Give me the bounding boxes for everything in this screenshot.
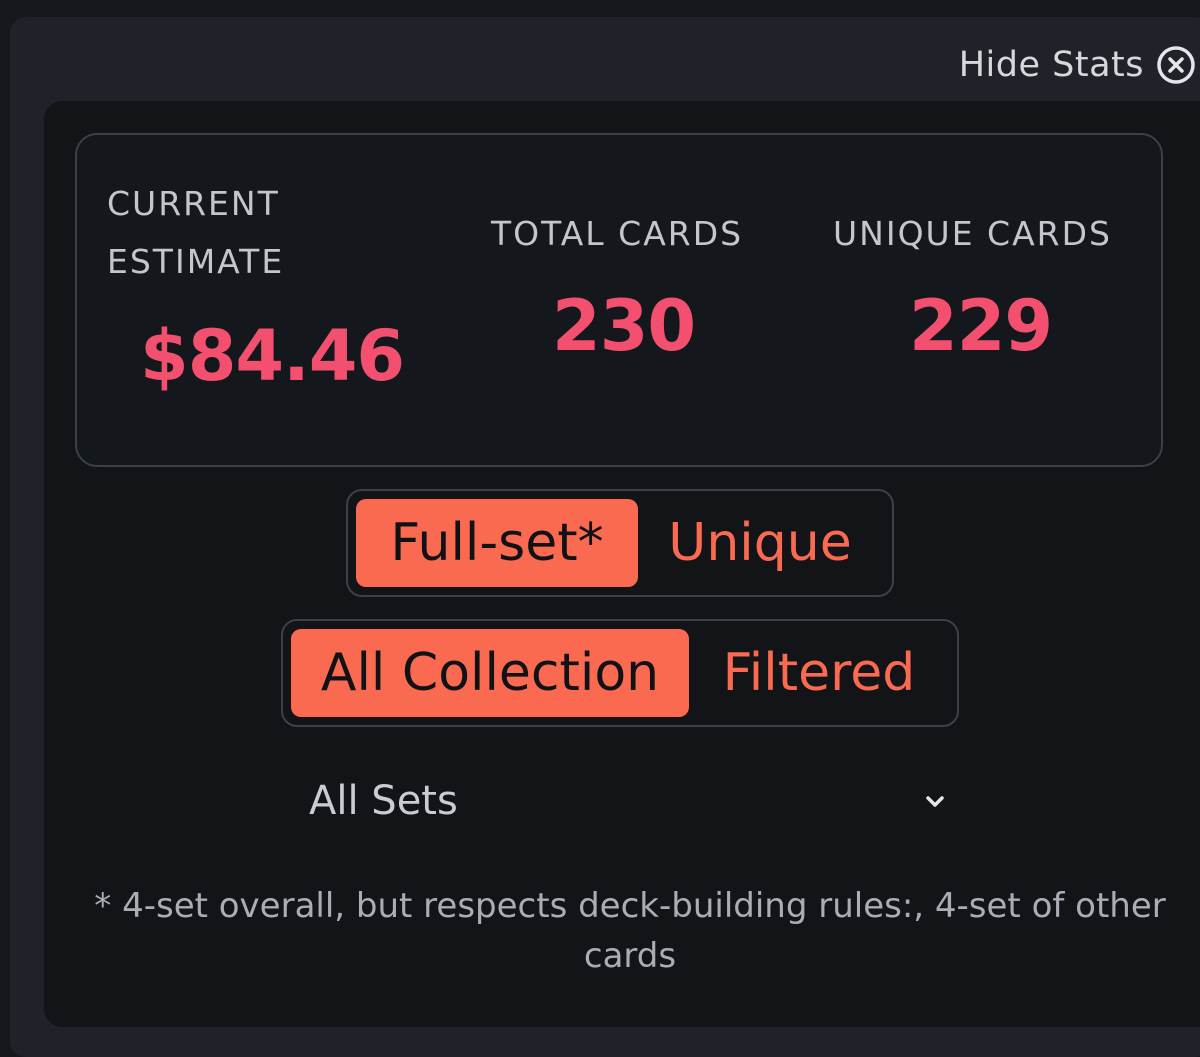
stats-summary-card: CURRENT ESTIMATE $84.46 TOTAL CARDS 230 …: [75, 133, 1163, 467]
hide-stats-button[interactable]: Hide Stats: [959, 45, 1196, 85]
unique-cards-value: 229: [909, 285, 1053, 367]
mode-toggle: Full-set* Unique: [346, 489, 894, 597]
stats-content: CURRENT ESTIMATE $84.46 TOTAL CARDS 230 …: [44, 101, 1200, 1027]
set-select-value: All Sets: [309, 778, 458, 824]
hide-stats-label: Hide Stats: [958, 45, 1144, 85]
unique-option[interactable]: Unique: [638, 499, 882, 587]
chevron-down-icon: [926, 796, 944, 807]
total-cards-value: 230: [552, 285, 696, 367]
scope-toggle: All Collection Filtered: [281, 619, 959, 727]
footnote: * 4-set overall, but respects deck-build…: [94, 886, 1166, 976]
stats-panel: Hide Stats CURRENT ESTIMATE $84.46 TOTAL…: [10, 17, 1200, 1057]
unique-cards-label: UNIQUE CARDS: [833, 214, 1112, 253]
current-estimate-label: CURRENT ESTIMATE: [107, 184, 285, 281]
full-set-option[interactable]: Full-set*: [356, 499, 638, 587]
close-icon[interactable]: [1156, 45, 1196, 85]
total-cards-label: TOTAL CARDS: [491, 214, 744, 253]
filtered-option[interactable]: Filtered: [689, 629, 949, 717]
all-collection-option[interactable]: All Collection: [291, 629, 689, 717]
current-estimate-value: $84.46: [140, 315, 405, 397]
set-select[interactable]: All Sets: [309, 769, 949, 833]
